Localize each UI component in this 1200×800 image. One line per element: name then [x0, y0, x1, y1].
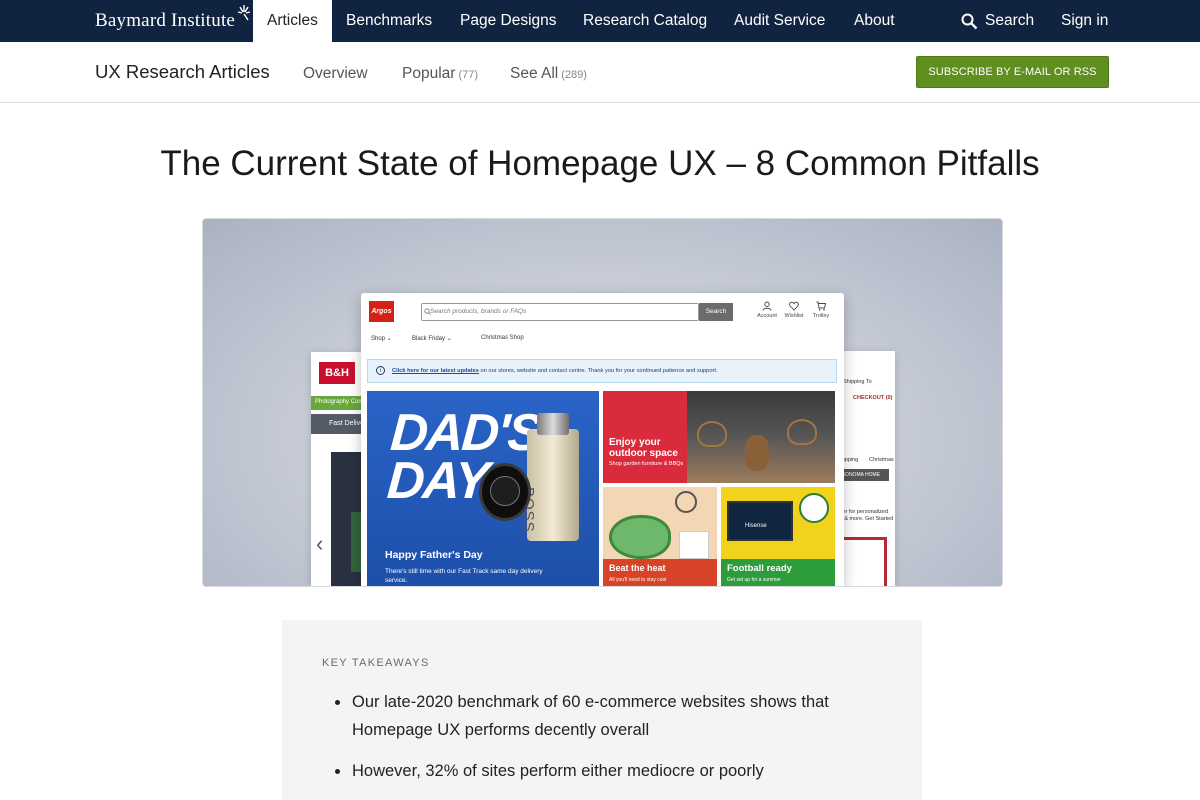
argos-account-label: Account: [757, 313, 777, 319]
garden-furniture-photo: [687, 391, 835, 483]
nav-research-catalog[interactable]: Research Catalog: [583, 0, 707, 42]
cologne-bottle-image: BOSS: [520, 413, 579, 541]
sign-in-link[interactable]: Sign in: [1061, 0, 1108, 42]
argos-football-banner: Hisense Football ready Get set up for a …: [721, 487, 835, 586]
watch-face: [490, 476, 520, 506]
argos-logo: Argos: [369, 301, 394, 322]
paddling-pool-image: [609, 515, 671, 559]
baymard-logo[interactable]: Baymard Institute: [95, 5, 251, 32]
product-box-image: [679, 531, 709, 559]
argos-trolley: Trolley: [809, 301, 833, 319]
football-subtext: Get set up for a summer: [727, 577, 781, 583]
argos-search-field: Search products, brands or FAQs Search: [421, 303, 733, 321]
argos-search-button: Search: [699, 303, 733, 321]
ws-screenshot-card: Shipping To CHECKOUT (0) Shopping Christ…: [835, 351, 895, 586]
heat-title: Beat the heat: [609, 563, 666, 573]
argos-menu-christmas: Christmas Shop: [481, 335, 524, 341]
nav-benchmarks[interactable]: Benchmarks: [346, 0, 432, 42]
fathers-day-heading: Happy Father's Day: [385, 549, 483, 561]
argos-wishlist: Wishlist: [782, 301, 806, 319]
subnav-see-all-label: See All: [510, 65, 559, 82]
argos-account: Account: [755, 301, 779, 319]
argos-beat-heat-banner: Beat the heat All you'll need to stay co…: [603, 487, 717, 586]
football-image: [799, 493, 829, 523]
search-icon: [961, 13, 978, 29]
argos-search-placeholder: Search products, brands or FAQs: [430, 308, 527, 315]
argos-menu-shop-label: Shop: [371, 336, 386, 342]
nav-about[interactable]: About: [854, 0, 895, 42]
key-takeaways-heading: KEY TAKEAWAYS: [322, 657, 430, 669]
subnav-popular-label: Popular: [402, 65, 456, 82]
outdoor-subtext: Shop garden furniture & BBQs: [609, 461, 684, 467]
argos-notice-text: Click here for our latest updates on our…: [392, 368, 718, 374]
subnav-popular[interactable]: Popular (77): [402, 65, 478, 83]
top-navigation: Baymard Institute Articles Benchmarks Pa…: [0, 0, 1200, 42]
argos-notice-link: Click here for our latest updates: [392, 368, 479, 374]
ws-checkout: CHECKOUT (0): [853, 395, 893, 401]
see-all-count: (289): [561, 69, 587, 81]
football-title: Football ready: [727, 563, 792, 574]
chevron-down-icon: ⌄: [446, 336, 452, 342]
ws-christmas: Christmas: [869, 457, 894, 463]
ws-note-2: ce & more. Get Started: [837, 516, 894, 522]
bh-logo: B&H: [319, 362, 355, 384]
ws-shipping: Shipping To: [843, 379, 872, 385]
argos-menu-bf-label: Black Friday: [412, 336, 446, 342]
subnav-overview[interactable]: Overview: [303, 65, 368, 83]
argos-trolley-label: Trolley: [812, 313, 830, 319]
argos-menu-shop: Shop ⌄: [371, 335, 392, 342]
popular-count: (77): [458, 69, 478, 81]
fathers-day-subtext: There's still time with our Fast Track s…: [385, 568, 543, 584]
nav-articles[interactable]: Articles: [253, 0, 332, 42]
chair-shape: [697, 421, 727, 447]
subnav-see-all[interactable]: See All (289): [510, 65, 587, 83]
search-button[interactable]: Search: [961, 0, 1034, 42]
key-takeaways-box: KEY TAKEAWAYS Our late-2020 benchmark of…: [282, 620, 922, 800]
info-icon: i: [376, 366, 385, 375]
sub-navigation: UX Research Articles Overview Popular (77…: [0, 42, 1200, 103]
subscribe-button[interactable]: SUBSCRIBE BY E-MAIL OR RSS: [916, 56, 1109, 88]
smartwatch-image: [479, 463, 531, 521]
list-item: However, 32% of sites perform either med…: [322, 757, 882, 785]
outdoor-title: Enjoy your outdoor space: [609, 437, 678, 459]
chevron-left-icon: ‹: [316, 531, 324, 556]
account-icon: [762, 301, 772, 311]
ws-note-1: ister for personalized: [837, 509, 889, 515]
trolley-icon: [816, 301, 826, 311]
logo-spark-icon: [237, 5, 251, 21]
logo-text: Baymard Institute: [95, 10, 236, 31]
list-item: Our late-2020 benchmark of 60 e-commerce…: [322, 688, 882, 744]
hero-image: B&H Photography Comp Fast Delive Shippin…: [202, 218, 1003, 587]
argos-screenshot-card: Argos Search products, brands or FAQs Se…: [361, 293, 844, 586]
chair-shape: [787, 419, 817, 445]
fan-image: [675, 491, 697, 513]
nav-page-designs[interactable]: Page Designs: [460, 0, 557, 42]
search-label: Search: [985, 12, 1035, 29]
argos-outdoor-banner: Enjoy your outdoor space Shop garden fur…: [603, 391, 835, 483]
tv-brand: Hisense: [745, 523, 767, 529]
tv-image: Hisense: [727, 501, 793, 541]
argos-dads-day-banner: DAD'S DAY BOSS Happy Father's Day There'…: [367, 391, 599, 586]
argos-menu-black-friday: Black Friday ⌄: [412, 335, 452, 342]
key-takeaways-list: Our late-2020 benchmark of 60 e-commerce…: [322, 688, 882, 798]
argos-notice-body: on our stores, website and contact centr…: [480, 368, 718, 374]
bh-delivery-text: Fast Delive: [329, 420, 365, 427]
argos-notice-banner: i Click here for our latest updates on o…: [367, 359, 837, 383]
table-shape: [745, 435, 769, 471]
heart-icon: [789, 301, 799, 311]
nav-audit-service[interactable]: Audit Service: [734, 0, 825, 42]
chevron-down-icon: ⌄: [386, 336, 392, 342]
section-title[interactable]: UX Research Articles: [95, 61, 270, 83]
bh-nav-text: Photography Comp: [315, 399, 367, 405]
heat-subtext: All you'll need to stay cool: [609, 577, 667, 583]
article-title: The Current State of Homepage UX – 8 Com…: [160, 144, 1040, 183]
argos-wishlist-label: Wishlist: [784, 313, 804, 319]
bottle-cap: [537, 413, 569, 435]
subnav-overview-label: Overview: [303, 65, 368, 82]
